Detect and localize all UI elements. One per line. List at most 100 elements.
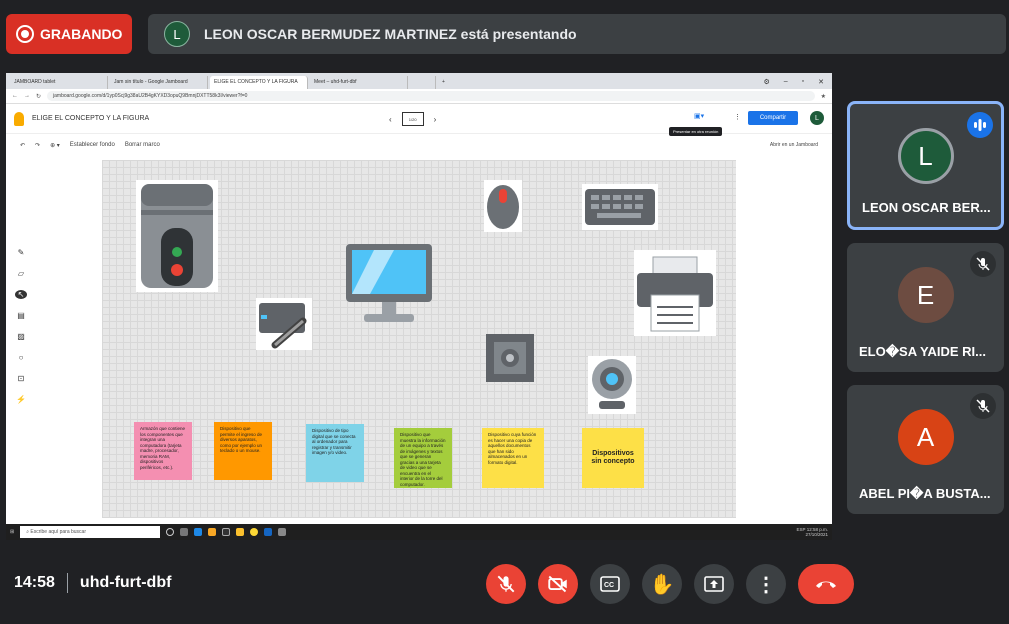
taskbar-app-icon (278, 528, 287, 536)
speaking-icon (967, 112, 993, 138)
taskbar-app-icon (222, 528, 231, 536)
textbox-icon: ⊡ (17, 374, 25, 383)
participant-name: ELO�SA YAIDE RI... (859, 344, 986, 359)
window-controls: ⚙ – ▫ ✕ (763, 78, 824, 86)
mic-off-icon (970, 393, 996, 419)
clear-frame-button: Borrar marco (124, 142, 160, 148)
browser-tabs: JAMBOARD tablet Jam sin título - Google … (6, 73, 832, 89)
sticky-note: Dispositivo que muestra la información d… (394, 428, 452, 488)
taskbar-lang: ESP (796, 527, 806, 532)
taskbar-app-icon (180, 528, 189, 536)
present-now-button[interactable] (694, 564, 734, 604)
present-icon: ▣▾ (694, 113, 705, 120)
eraser-icon: ▱ (17, 269, 25, 278)
leave-call-button[interactable] (798, 564, 854, 604)
image-icon: ▨ (17, 332, 25, 341)
share-button: Compartir (748, 111, 798, 125)
keyboard-image (582, 184, 658, 230)
chip-image (482, 330, 538, 386)
shared-screen: JAMBOARD tablet Jam sin título - Google … (6, 73, 832, 540)
jamboard-avatar: L (810, 111, 824, 125)
jamboard-toolbar: ↶ ↷ ⊕ ▾ Establecer fondo Borrar marco Ab… (6, 134, 832, 156)
edge-icon (194, 528, 203, 536)
taskbar-tray: ESP 12:58 p.m. 27/10/2021 (796, 527, 828, 537)
taskbar-app-icon (236, 528, 245, 536)
more-vert-icon: ⋮ (756, 573, 776, 596)
undo-icon: ↶ (20, 142, 26, 149)
folder-icon (208, 528, 217, 536)
sticky-note: Dispositivos sin concepto (582, 428, 644, 488)
participant-tile[interactable]: L LEON OSCAR BER... (847, 101, 1004, 230)
participant-tile[interactable]: A ABEL PI�A BUSTA... (847, 385, 1004, 514)
hang-up-icon (816, 581, 836, 588)
next-frame-icon: › (433, 114, 437, 124)
extension-icon: ★ (820, 93, 826, 100)
sticky-note-text: Dispositivo de tipo digital que se conec… (312, 428, 356, 455)
forward-icon: → (24, 93, 30, 99)
sticky-note-text: Dispositivo cuya función es hacer una co… (488, 432, 537, 465)
present-screen-icon (704, 576, 724, 592)
meeting-info: 14:58 uhd-furt-dbf (14, 573, 171, 593)
participant-avatar: A (897, 409, 954, 465)
webcam-image (588, 356, 636, 414)
camera-toggle-button[interactable] (538, 564, 578, 604)
taskbar-search: ⌕ Escribe aquí para buscar (20, 526, 161, 538)
jamboard-header: ELIGE EL CONCEPTO Y LA FIGURA ‹ 1/20 › ▣… (6, 104, 832, 136)
select-icon: ↖ (15, 290, 27, 299)
more-options-button[interactable]: ⋮ (746, 564, 786, 604)
mic-off-icon (970, 251, 996, 277)
jamboard-side-tools: ✎ ▱ ↖ ▤ ▨ ○ ⊡ ⚡ (14, 248, 28, 404)
meeting-code: uhd-furt-dbf (79, 574, 172, 591)
sticky-note: Armazón que contiene los componentes que… (134, 422, 192, 480)
laser-icon: ⚡ (16, 395, 26, 404)
url-field: jamboard.google.com/d/1yp0Scj9g38aU2B4gK… (47, 91, 815, 101)
hand-icon: ✋ (649, 573, 675, 596)
recording-label: GRABANDO (40, 26, 123, 42)
browser-tab: JAMBOARD tablet (10, 76, 108, 89)
mouse-image (484, 180, 522, 232)
windows-taskbar: ⊞ ⌕ Escribe aquí para buscar ESP 12:58 p… (6, 524, 832, 540)
shape-icon: ○ (18, 353, 24, 362)
jamboard-canvas: Armazón que contiene los componentes que… (102, 160, 736, 518)
record-icon (16, 25, 34, 43)
jamboard-logo-icon (14, 111, 24, 126)
sticky-note: Dispositivo cuya función es hacer una co… (482, 428, 544, 488)
sticky-note: Dispositivo de tipo digital que se conec… (306, 424, 364, 482)
mic-toggle-button[interactable] (486, 564, 526, 604)
url-bar: ← → ↻ jamboard.google.com/d/1yp0Scj9g38a… (6, 89, 832, 104)
sticky-note-text: Dispositivos sin concepto (591, 450, 635, 465)
zoom-icon: ⊕ ▾ (50, 142, 60, 149)
participant-name: ABEL PI�A BUSTA... (859, 486, 991, 501)
browser-tab (410, 76, 436, 89)
svg-text:CC: CC (604, 582, 614, 589)
raise-hand-button[interactable]: ✋ (642, 564, 682, 604)
monitor-image (344, 242, 434, 326)
divider (66, 573, 68, 593)
pen-icon: ✎ (17, 248, 25, 257)
jamboard-title: ELIGE EL CONCEPTO Y LA FIGURA (32, 115, 150, 122)
camera-off-icon (548, 575, 567, 593)
more-icon: ⋮ (734, 114, 741, 121)
sticky-note-text: Armazón que contiene los componentes que… (140, 426, 186, 470)
graphics-tablet-image (256, 298, 312, 350)
cpu-tower-image (136, 180, 218, 292)
open-jamboard-button: Abrir en un Jamboard (769, 142, 818, 148)
presenter-banner: L LEON OSCAR BERMUDEZ MARTINEZ está pres… (148, 14, 1006, 54)
mic-off-icon (497, 575, 515, 593)
frame-thumbnail: 1/20 (401, 112, 424, 126)
prev-frame-icon: ‹ (389, 114, 392, 124)
participant-avatar: L (897, 128, 954, 184)
back-icon: ← (12, 93, 18, 99)
sticky-note-icon: ▤ (17, 311, 25, 320)
captions-button[interactable]: CC (590, 564, 630, 604)
redo-icon: ↷ (35, 142, 41, 149)
reload-icon: ↻ (36, 93, 42, 100)
present-tooltip: Presentar en otra reunión (669, 127, 723, 136)
printer-image (634, 250, 716, 336)
participant-tile[interactable]: E ELO�SA YAIDE RI... (847, 243, 1004, 372)
participant-name: LEON OSCAR BER... (862, 200, 991, 215)
set-background-button: Establecer fondo (69, 142, 115, 148)
presenter-text: LEON OSCAR BERMUDEZ MARTINEZ está presen… (204, 26, 577, 42)
sticky-note: Dispositivo que permite el ingreso de di… (214, 422, 272, 480)
taskbar-date: 27/10/2021 (805, 532, 828, 537)
